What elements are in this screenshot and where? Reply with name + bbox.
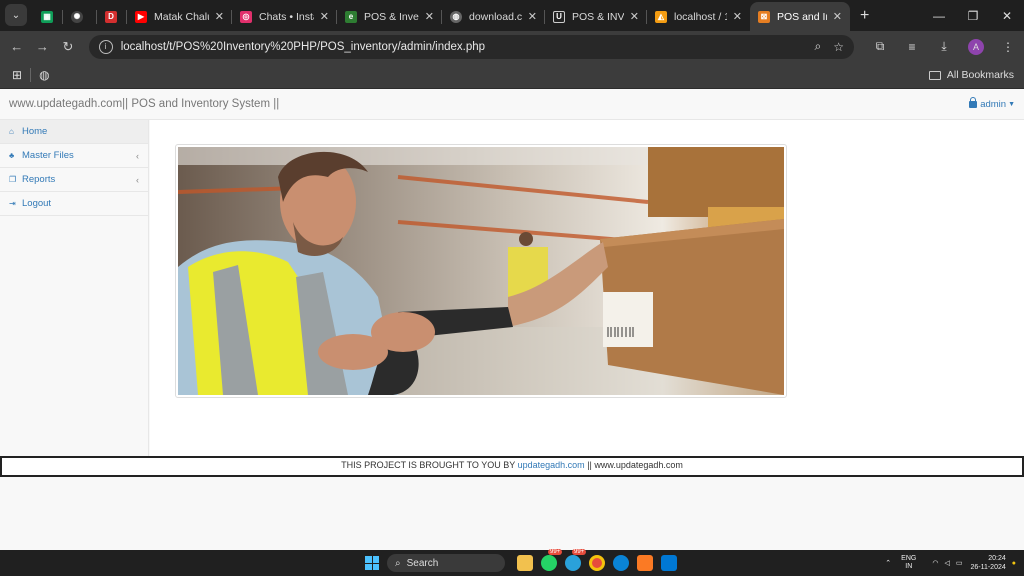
brand-title[interactable]: www.updategadh.com|| POS and Inventory S…: [9, 98, 279, 110]
sidebar-item-reports[interactable]: ❐ Reports ‹: [0, 168, 148, 192]
bookmarks-bar: ⊞ ◍ All Bookmarks: [0, 62, 1024, 89]
minimize-button[interactable]: —: [922, 0, 956, 31]
tab-sheets[interactable]: ▦: [33, 2, 63, 31]
bookmark-star-icon[interactable]: ☆: [833, 40, 844, 54]
extensions-icon[interactable]: ⧉: [864, 39, 896, 54]
sidebar-item-master-files[interactable]: ♣ Master Files ‹: [0, 144, 148, 168]
windows-start-icon[interactable]: [365, 556, 379, 570]
xampp-icon[interactable]: [637, 555, 653, 571]
globe-icon[interactable]: ◍: [39, 68, 49, 82]
d-icon: D: [105, 10, 117, 23]
close-icon[interactable]: ✕: [215, 10, 224, 23]
browser-toolbar: ← → ↻ i localhost/t/POS%20Inventory%20PH…: [0, 31, 1024, 62]
chevron-up-icon[interactable]: ⌃: [885, 559, 891, 567]
youtube-icon: ▶: [135, 10, 147, 23]
media-icon[interactable]: ≡: [896, 40, 928, 54]
tab-youtube[interactable]: ▶ Matak Chalu ✕: [127, 2, 232, 31]
download-icon[interactable]: ⤓: [928, 39, 960, 54]
reload-button[interactable]: ↻: [55, 39, 81, 55]
tab-strip: ⌄ ▦ ✺ D ▶Matak Chalu✕ ◎Chats • Instag✕ e…: [0, 0, 1024, 31]
close-icon[interactable]: ✕: [833, 10, 842, 23]
lock-icon: [969, 96, 978, 108]
copy-icon: ❐: [9, 175, 17, 184]
uv-icon: U: [553, 10, 565, 23]
telegram-icon[interactable]: 99+: [565, 549, 587, 571]
logout-icon: ⇥: [9, 199, 16, 208]
whatsapp-icon[interactable]: 99+: [541, 549, 563, 571]
sidebar-item-logout[interactable]: ⇥ Logout: [0, 192, 148, 216]
apps-icon[interactable]: ⊞: [12, 68, 22, 82]
forward-button[interactable]: →: [30, 39, 56, 54]
phpmyadmin-icon: ◭: [655, 10, 667, 23]
site-info-icon[interactable]: i: [98, 39, 113, 54]
sidebar-item-home[interactable]: ⌂ Home: [0, 120, 148, 144]
copilot-icon[interactable]: [613, 555, 629, 571]
vscode-icon[interactable]: [661, 555, 677, 571]
menu-icon[interactable]: ⋮: [992, 40, 1024, 54]
tab-download[interactable]: ◍download.co✕: [442, 2, 545, 31]
tab-search-button[interactable]: ⌄: [5, 4, 27, 26]
all-bookmarks-button[interactable]: All Bookmarks: [928, 69, 1014, 81]
chevron-left-icon: ‹: [136, 174, 139, 185]
wifi-icon[interactable]: ◠: [932, 559, 938, 567]
tab-instagram[interactable]: ◎Chats • Instag✕: [232, 2, 337, 31]
tab-openai[interactable]: ✺: [63, 2, 97, 31]
clock[interactable]: 20:24 26-11-2024: [970, 554, 1005, 572]
taskbar: ⌕ Search 99+ 99+ ⌃ ENG IN ◠ ◁ ▭ 20:24 26…: [0, 549, 1024, 576]
tab-phpmyadmin[interactable]: ◭ localhost / 1 ✕: [647, 2, 750, 31]
tab-active[interactable]: ⊠POS and Inve✕: [750, 2, 850, 31]
close-icon[interactable]: ✕: [733, 10, 742, 23]
zoom-icon[interactable]: ⌕: [815, 39, 822, 54]
sidebar: ⌂ Home ♣ Master Files ‹ ❐ Reports ‹ ⇥ Lo…: [0, 120, 149, 456]
main-content: [150, 120, 1024, 456]
folder-icon: [928, 70, 941, 80]
chevron-left-icon: ‹: [136, 150, 139, 161]
tab-pos[interactable]: e POS & Inven ✕: [337, 2, 442, 31]
pos-icon: e: [345, 10, 357, 23]
close-icon[interactable]: ✕: [528, 10, 537, 23]
notification-icon[interactable]: ●: [1012, 560, 1016, 567]
back-button[interactable]: ←: [4, 39, 30, 54]
sitemap-icon: ♣: [9, 151, 15, 160]
file-explorer-icon[interactable]: [517, 555, 533, 571]
divider: [30, 68, 32, 82]
openai-icon: ✺: [71, 10, 83, 23]
taskbar-search[interactable]: ⌕ Search: [387, 554, 505, 572]
footer: THIS PROJECT IS BROUGHT TO YOU BY update…: [0, 456, 1024, 477]
xampp-icon: ⊠: [758, 10, 770, 23]
sheets-icon: ▦: [41, 10, 53, 23]
globe-icon: ◍: [450, 10, 462, 23]
footer-link[interactable]: updategadh.com: [518, 460, 585, 470]
restore-button[interactable]: ❐: [956, 0, 990, 31]
close-icon[interactable]: ✕: [630, 10, 639, 23]
close-icon[interactable]: ✕: [320, 10, 329, 23]
window-close-button[interactable]: ✕: [990, 0, 1024, 31]
battery-icon[interactable]: ▭: [956, 559, 963, 567]
language-indicator[interactable]: ENG IN: [901, 555, 916, 571]
top-navbar: www.updategadh.com|| POS and Inventory S…: [0, 89, 1024, 120]
instagram-icon: ◎: [240, 10, 252, 23]
new-tab-button[interactable]: +: [850, 7, 879, 31]
web-page: www.updategadh.com|| POS and Inventory S…: [0, 89, 1024, 550]
tab-d[interactable]: D: [97, 2, 127, 31]
profile-avatar[interactable]: A: [968, 38, 984, 55]
close-icon[interactable]: ✕: [425, 10, 434, 23]
address-bar[interactable]: i localhost/t/POS%20Inventory%20PHP/POS_…: [88, 34, 854, 59]
tab-pos-uv[interactable]: UPOS & INVEN✕: [545, 2, 647, 31]
home-icon: ⌂: [9, 127, 14, 136]
volume-icon[interactable]: ◁: [944, 559, 949, 567]
user-dropdown[interactable]: admin ▼: [969, 96, 1015, 110]
search-icon: ⌕: [395, 557, 401, 569]
chrome-icon[interactable]: [589, 555, 605, 571]
url-text[interactable]: localhost/t/POS%20Inventory%20PHP/POS_in…: [121, 41, 803, 53]
warehouse-image: [175, 144, 787, 398]
caret-down-icon: ▼: [1008, 100, 1015, 108]
